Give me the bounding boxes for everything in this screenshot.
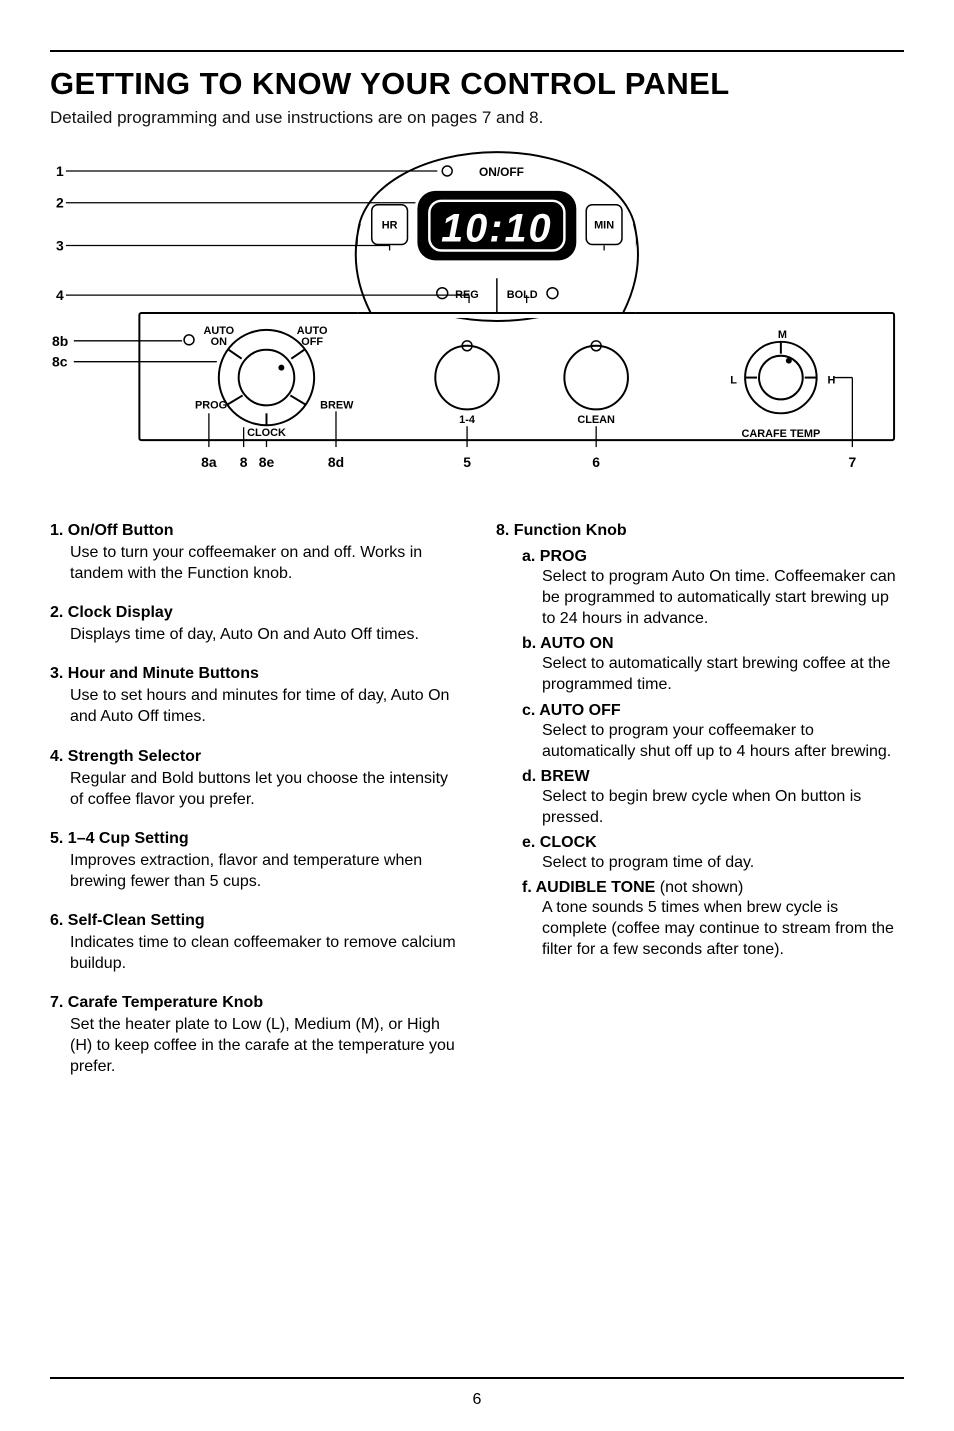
clean-label: CLEAN [577, 414, 615, 426]
sub-body: Select to automatically start brewing co… [522, 653, 904, 695]
sub-body: Select to program Auto On time. Coffeema… [522, 566, 904, 629]
item-head: 5. 1–4 Cup Setting [50, 830, 458, 848]
callout-6: 6 [592, 454, 600, 470]
sub-body: A tone sounds 5 times when brew cycle is… [522, 897, 904, 960]
callout-2: 2 [56, 195, 64, 211]
callout-8e: 8e [259, 454, 275, 470]
item-head: 4. Strength Selector [50, 748, 458, 766]
item-onoff: 1. On/Off Button Use to turn your coffee… [50, 522, 458, 584]
sub-clock: e. CLOCK Select to program time of day. [522, 834, 904, 873]
callout-8a: 8a [201, 454, 217, 470]
min-button: MIN [594, 220, 614, 232]
item-head: 7. Carafe Temperature Knob [50, 994, 458, 1012]
item-head: 8. Function Knob [496, 522, 904, 540]
sub-head-bold: f. AUDIBLE TONE [522, 879, 660, 896]
carafe-temp-label: CARAFE TEMP [741, 428, 820, 440]
sub-body: Select to program your coffeemaker to au… [522, 720, 904, 762]
sub-head: c. AUTO OFF [522, 702, 904, 720]
prog-label: PROG [195, 399, 227, 411]
page-number: 6 [0, 1391, 954, 1409]
callout-5: 5 [463, 454, 471, 470]
right-column: 8. Function Knob a. PROG Select to progr… [496, 522, 904, 1098]
sub-body: Select to program time of day. [522, 852, 904, 873]
item-body: Use to turn your coffeemaker on and off.… [50, 542, 458, 584]
item-body: Set the heater plate to Low (L), Medium … [50, 1014, 458, 1077]
item-body: Indicates time to clean coffeemaker to r… [50, 932, 458, 974]
callout-8d: 8d [328, 454, 344, 470]
left-column: 1. On/Off Button Use to turn your coffee… [50, 522, 458, 1098]
bottom-rule [50, 1377, 904, 1379]
sub-head-paren: (not shown) [660, 879, 744, 896]
callout-8: 8 [240, 454, 248, 470]
onoff-label: ON/OFF [479, 165, 524, 179]
temp-h: H [828, 375, 836, 387]
sub-head: f. AUDIBLE TONE (not shown) [522, 879, 904, 897]
item-carafe-temp: 7. Carafe Temperature Knob Set the heate… [50, 994, 458, 1077]
callout-8c: 8c [52, 354, 68, 370]
item-body: Regular and Bold buttons let you choose … [50, 768, 458, 810]
sub-audible-tone: f. AUDIBLE TONE (not shown) A tone sound… [522, 879, 904, 960]
bold-label: BOLD [507, 289, 538, 301]
intro-text: Detailed programming and use instruction… [50, 108, 904, 128]
top-rule [50, 50, 904, 52]
sub-prog: a. PROG Select to program Auto On time. … [522, 548, 904, 629]
item-strength: 4. Strength Selector Regular and Bold bu… [50, 748, 458, 810]
item-head: 2. Clock Display [50, 604, 458, 622]
auto-off-label: AUTOOFF [297, 325, 328, 348]
callout-7: 7 [848, 454, 856, 470]
item-body: Displays time of day, Auto On and Auto O… [50, 624, 458, 645]
sub-head: d. BREW [522, 768, 904, 786]
item-body: Improves extraction, flavor and temperat… [50, 850, 458, 892]
auto-on-label: AUTOON [203, 325, 234, 348]
callout-8b: 8b [52, 333, 68, 349]
item-body: Use to set hours and minutes for time of… [50, 685, 458, 727]
hr-button: HR [382, 220, 398, 232]
sub-body: Select to begin brew cycle when On butto… [522, 786, 904, 828]
item-14cup: 5. 1–4 Cup Setting Improves extraction, … [50, 830, 458, 892]
clock-label: CLOCK [247, 427, 286, 439]
item-head: 6. Self-Clean Setting [50, 912, 458, 930]
one-four-label: 1-4 [459, 414, 475, 426]
item-function-knob: 8. Function Knob [496, 522, 904, 540]
item-selfclean: 6. Self-Clean Setting Indicates time to … [50, 912, 458, 974]
description-columns: 1. On/Off Button Use to turn your coffee… [50, 522, 904, 1098]
sub-auto-off: c. AUTO OFF Select to program your coffe… [522, 702, 904, 762]
brew-label: BREW [320, 399, 354, 411]
item-head: 1. On/Off Button [50, 522, 458, 540]
callout-4: 4 [56, 287, 64, 303]
sub-auto-on: b. AUTO ON Select to automatically start… [522, 635, 904, 695]
control-panel-diagram: ON/OFF 10:10 HR MIN REG BOLD AUTOON AUTO… [50, 148, 904, 483]
sub-head: b. AUTO ON [522, 635, 904, 653]
page-title: GETTING TO KNOW YOUR CONTROL PANEL [50, 66, 904, 102]
item-head: 3. Hour and Minute Buttons [50, 665, 458, 683]
temp-m: M [778, 329, 787, 341]
sub-head: a. PROG [522, 548, 904, 566]
item-hour-min: 3. Hour and Minute Buttons Use to set ho… [50, 665, 458, 727]
clock-display: 10:10 [441, 207, 553, 251]
callout-1: 1 [56, 163, 64, 179]
temp-l: L [730, 375, 737, 387]
sub-brew: d. BREW Select to begin brew cycle when … [522, 768, 904, 828]
sub-head: e. CLOCK [522, 834, 904, 852]
callout-3: 3 [56, 237, 64, 253]
item-clock: 2. Clock Display Displays time of day, A… [50, 604, 458, 645]
